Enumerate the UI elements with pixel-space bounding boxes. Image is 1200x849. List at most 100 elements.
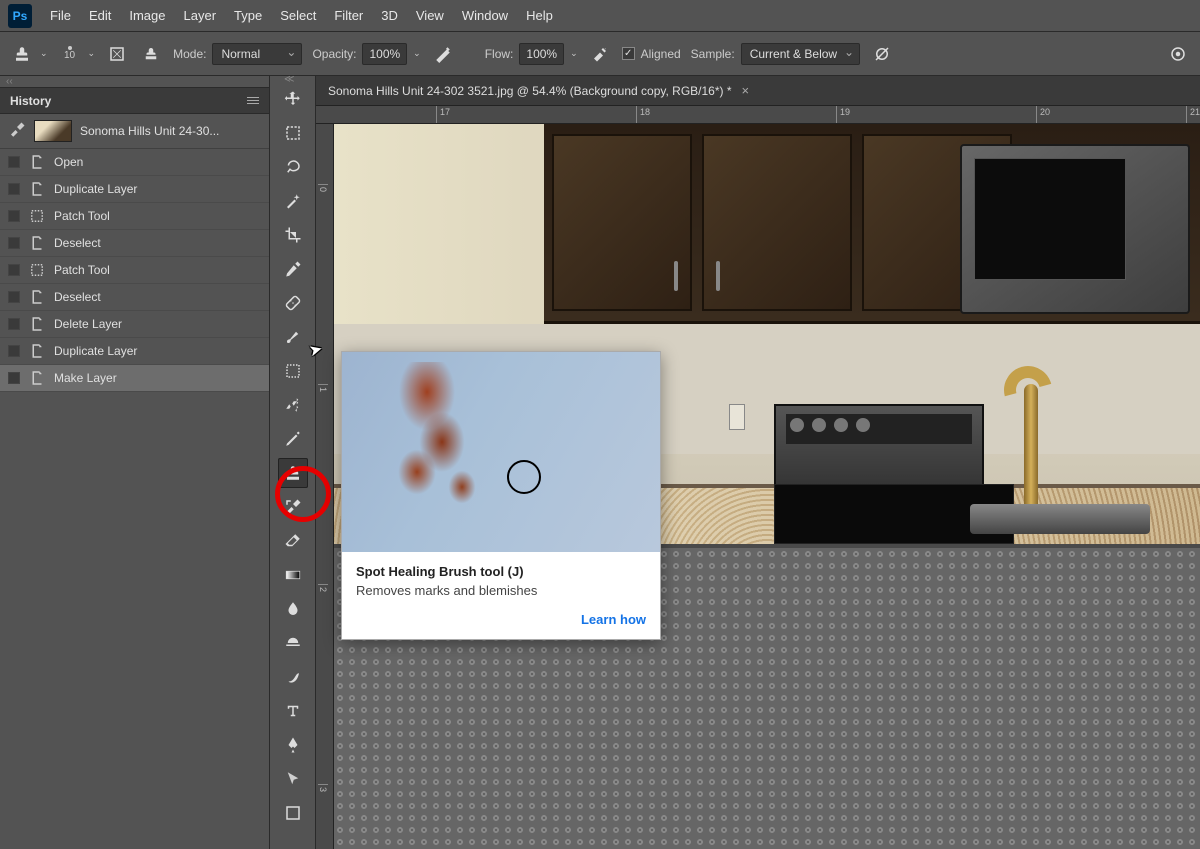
opacity-label: Opacity:	[312, 47, 356, 61]
pen-tool-icon[interactable]	[278, 730, 308, 760]
ruler-horizontal[interactable]: 17 18 19 20 21	[316, 106, 1200, 124]
menu-bar: Ps File Edit Image Layer Type Select Fil…	[0, 0, 1200, 32]
mode-label: Mode:	[173, 47, 206, 61]
history-snapshot[interactable]: Sonoma Hills Unit 24-30...	[0, 114, 269, 149]
blur-tool-icon[interactable]	[278, 594, 308, 624]
menu-window[interactable]: Window	[462, 8, 508, 23]
opacity-caret[interactable]: ⌄	[413, 48, 421, 59]
spot-heal-tool-icon[interactable]	[278, 288, 308, 318]
tooltip-preview-image	[342, 352, 660, 552]
pressure-size-icon[interactable]	[1166, 42, 1190, 66]
snapshot-label: Sonoma Hills Unit 24-30...	[80, 124, 219, 138]
ruler-tick: 21	[1186, 106, 1200, 123]
app-logo: Ps	[8, 4, 32, 28]
menu-edit[interactable]: Edit	[89, 8, 111, 23]
history-row[interactable]: Patch Tool	[0, 257, 269, 284]
menu-view[interactable]: View	[416, 8, 444, 23]
document-icon	[28, 369, 46, 387]
history-row-marker[interactable]	[8, 318, 20, 330]
history-tab[interactable]: History	[0, 88, 269, 114]
brush-preview[interactable]: 10	[58, 42, 82, 66]
history-row-marker[interactable]	[8, 183, 20, 195]
tab-close-icon[interactable]: ×	[742, 83, 750, 98]
ruler-tick: 1	[318, 384, 328, 392]
clone-stamp-tool-icon[interactable]	[278, 458, 308, 488]
lasso-tool-icon[interactable]	[278, 152, 308, 182]
menu-3d[interactable]: 3D	[381, 8, 398, 23]
document-tab-bar: Sonoma Hills Unit 24-302 3521.jpg @ 54.4…	[316, 76, 1200, 106]
history-row-label: Duplicate Layer	[54, 344, 137, 358]
brush-caret[interactable]: ⌄	[88, 48, 96, 59]
brush-panel-icon[interactable]	[105, 42, 129, 66]
brush-tool-icon[interactable]	[278, 322, 308, 352]
aligned-checkbox[interactable]: ✓	[622, 47, 635, 60]
ruler-tick: 17	[436, 106, 450, 123]
panel-collapse-arrows[interactable]: ‹‹	[0, 76, 269, 88]
history-row[interactable]: Deselect	[0, 230, 269, 257]
history-row[interactable]: Make Layer	[0, 365, 269, 392]
wand-tool-icon[interactable]	[278, 186, 308, 216]
eyedropper-tool-icon[interactable]	[278, 254, 308, 284]
eraser-tool-icon[interactable]	[278, 526, 308, 556]
move-tool-icon[interactable]	[278, 84, 308, 114]
history-row-marker[interactable]	[8, 210, 20, 222]
path-select-tool-icon[interactable]	[278, 764, 308, 794]
history-row-marker[interactable]	[8, 264, 20, 276]
history-row-label: Patch Tool	[54, 209, 110, 223]
menu-file[interactable]: File	[50, 8, 71, 23]
menu-help[interactable]: Help	[526, 8, 553, 23]
menu-layer[interactable]: Layer	[184, 8, 217, 23]
tooltip-description: Removes marks and blemishes	[356, 583, 646, 598]
shuffle-icon[interactable]	[278, 390, 308, 420]
menu-select[interactable]: Select	[280, 8, 316, 23]
mode-dropdown[interactable]: Normal	[212, 43, 302, 65]
history-row[interactable]: Delete Layer	[0, 311, 269, 338]
clone-panel-icon[interactable]	[139, 42, 163, 66]
brush-size-value: 10	[64, 50, 75, 61]
history-row-marker[interactable]	[8, 291, 20, 303]
menu-image[interactable]: Image	[129, 8, 165, 23]
sample-label: Sample:	[691, 47, 735, 61]
opacity-value[interactable]: 100%	[362, 43, 407, 65]
history-row-label: Patch Tool	[54, 263, 110, 277]
flow-value[interactable]: 100%	[519, 43, 564, 65]
pencil-icon[interactable]	[278, 424, 308, 454]
ruler-vertical[interactable]: 0 1 2 3	[316, 124, 334, 849]
ruler-tick: 18	[636, 106, 650, 123]
history-row-marker[interactable]	[8, 372, 20, 384]
history-brush-icon[interactable]	[278, 492, 308, 522]
shape-tool-icon[interactable]	[278, 798, 308, 828]
ignore-adjust-icon[interactable]	[870, 42, 894, 66]
history-row-marker[interactable]	[8, 237, 20, 249]
pressure-opacity-icon[interactable]	[431, 42, 455, 66]
menu-type[interactable]: Type	[234, 8, 262, 23]
crop-tool-icon[interactable]	[278, 220, 308, 250]
type-tool-icon[interactable]	[278, 696, 308, 726]
frame-tool-icon[interactable]	[278, 356, 308, 386]
history-row[interactable]: Duplicate Layer	[0, 338, 269, 365]
document-tab-title[interactable]: Sonoma Hills Unit 24-302 3521.jpg @ 54.4…	[328, 84, 732, 98]
history-row[interactable]: Open	[0, 149, 269, 176]
marquee-tool-icon[interactable]	[278, 118, 308, 148]
smudge-tool-icon[interactable]	[278, 662, 308, 692]
ruler-tick: 3	[318, 784, 328, 792]
history-row[interactable]: Duplicate Layer	[0, 176, 269, 203]
document-icon	[28, 234, 46, 252]
gradient-tool-icon[interactable]	[278, 560, 308, 590]
history-row-label: Delete Layer	[54, 317, 122, 331]
panel-menu-icon[interactable]	[247, 97, 259, 104]
airbrush-icon[interactable]	[588, 42, 612, 66]
tooltip-learn-link[interactable]: Learn how	[581, 612, 646, 627]
sample-dropdown[interactable]: Current & Below	[741, 43, 860, 65]
document-icon	[28, 315, 46, 333]
dodge-tool-icon[interactable]	[278, 628, 308, 658]
tool-preset-caret[interactable]: ⌄	[40, 48, 48, 59]
flow-caret[interactable]: ⌄	[570, 48, 578, 59]
history-row-marker[interactable]	[8, 345, 20, 357]
document-icon	[28, 342, 46, 360]
menu-filter[interactable]: Filter	[334, 8, 363, 23]
history-row[interactable]: Patch Tool	[0, 203, 269, 230]
history-row[interactable]: Deselect	[0, 284, 269, 311]
history-row-marker[interactable]	[8, 156, 20, 168]
ruler-tick: 20	[1036, 106, 1050, 123]
